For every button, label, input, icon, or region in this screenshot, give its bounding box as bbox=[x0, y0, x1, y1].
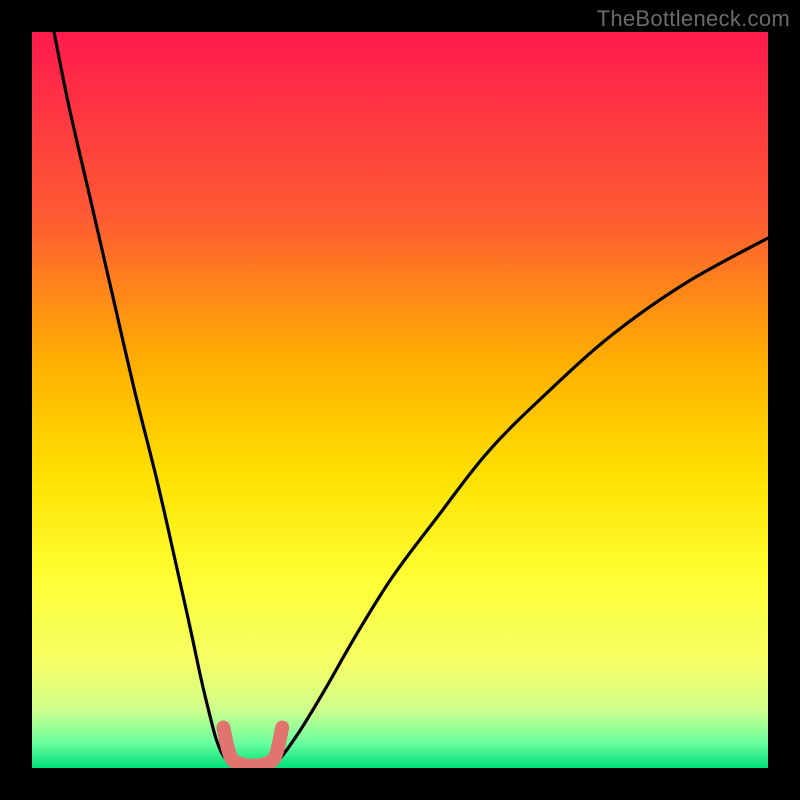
chart-svg bbox=[32, 32, 768, 768]
plot-area bbox=[32, 32, 768, 768]
chart-frame: TheBottleneck.com bbox=[0, 0, 800, 800]
watermark-text: TheBottleneck.com bbox=[597, 6, 790, 32]
chart-background bbox=[32, 32, 768, 768]
